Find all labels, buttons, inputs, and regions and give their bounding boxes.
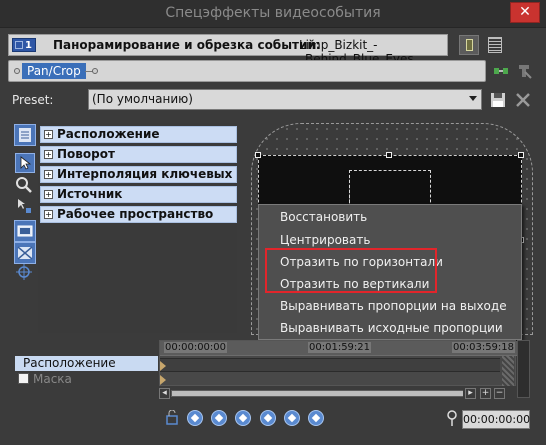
title-bar: Спецэффекты видеособытия ✕ — [0, 0, 546, 28]
effect-chain-item-pan-crop[interactable]: Pan/Crop — [22, 63, 86, 79]
pointer-icon — [20, 156, 32, 170]
last-keyframe-button[interactable] — [284, 410, 300, 426]
expand-icon[interactable]: + — [44, 130, 53, 139]
preset-dropdown[interactable]: (По умолчанию) — [88, 89, 482, 110]
current-time-field[interactable]: 00:00:00:00 — [462, 410, 530, 429]
first-keyframe-button[interactable] — [187, 410, 203, 426]
keyframe-timeline[interactable]: 00:00:00:00 00:01:59:21 00:03:59:18 — [159, 340, 517, 386]
scroll-left-button[interactable]: ◂ — [159, 388, 170, 399]
sync-icon — [466, 39, 473, 51]
window-title: Спецэффекты видеособытия — [165, 5, 381, 21]
sync-cursor-button[interactable] — [459, 35, 479, 55]
next-keyframe-button[interactable] — [260, 410, 276, 426]
property-tree: + Расположение + Поворот + Интерполяция клю… — [38, 123, 237, 333]
timeline-horizontal-scrollbar[interactable]: ◂ ▸ + − — [159, 388, 516, 400]
show-properties-button[interactable] — [14, 124, 36, 146]
timeline-vertical-scrollbar[interactable] — [517, 340, 530, 398]
resize-handle[interactable] — [386, 152, 392, 158]
property-keyframe-interpolation[interactable]: +Интерполяция ключевых ка... — [40, 166, 237, 183]
plugin-chain-icon[interactable] — [493, 63, 509, 79]
normal-edit-tool[interactable] — [15, 153, 35, 173]
expand-icon[interactable]: + — [44, 170, 53, 179]
menu-grip-icon[interactable] — [488, 37, 502, 53]
property-position[interactable]: + Расположение — [40, 126, 237, 143]
stretch-icon — [17, 246, 33, 260]
keyframe-marker[interactable] — [160, 361, 166, 371]
position-keyframe-track[interactable] — [160, 358, 500, 372]
chain-start-icon — [14, 68, 20, 74]
chain-end-icon — [92, 68, 98, 74]
chevron-down-icon — [469, 96, 477, 101]
sync-lock-icon[interactable] — [165, 410, 181, 426]
stretch-button[interactable] — [14, 242, 36, 264]
keyframe-marker[interactable] — [160, 375, 166, 385]
close-button[interactable]: ✕ — [510, 2, 540, 23]
magnifier-icon — [16, 177, 32, 193]
cursor-position-icon — [447, 410, 457, 426]
keyframe-track-list: Расположение Маска — [15, 356, 158, 386]
preset-label: Preset: — [12, 93, 54, 107]
property-workspace[interactable]: + Рабочее пространство — [40, 206, 237, 223]
annotation-highlight-box — [265, 248, 437, 293]
timecode-middle: 00:01:59:21 — [308, 342, 372, 353]
menu-item-match-output-aspect[interactable]: Выравнивать пропорции на выходе — [280, 299, 507, 313]
expand-icon[interactable]: + — [44, 150, 53, 159]
timecode-start: 00:00:00:00 — [164, 342, 228, 353]
aspect-icon — [17, 225, 33, 237]
timeline-end-region — [502, 356, 514, 386]
scroll-right-button[interactable]: ▸ — [465, 388, 476, 399]
move-icon — [16, 264, 32, 280]
scroll-track[interactable] — [171, 390, 463, 397]
menu-item-match-source-aspect[interactable]: Выравнивать исходные пропорции — [280, 321, 503, 335]
resize-handle[interactable] — [518, 152, 524, 158]
plugin-remove-icon[interactable] — [516, 63, 532, 79]
property-source[interactable]: + Источник — [40, 186, 237, 203]
track-label-position[interactable]: Расположение — [15, 356, 158, 371]
preset-value: (По умолчанию) — [92, 92, 193, 106]
source-aspect-button[interactable] — [14, 220, 36, 242]
edit-tool-icon — [18, 199, 31, 213]
edit-tool[interactable] — [14, 196, 36, 218]
zoom-tool[interactable] — [14, 175, 36, 197]
timecode-end: 00:03:59:18 — [452, 342, 516, 353]
panel-title: Панорамирование и обрезка событий: — [53, 38, 321, 52]
menu-item-restore[interactable]: Восстановить — [280, 210, 367, 224]
property-rotation[interactable]: + Поворот — [40, 146, 237, 163]
time-ruler: 00:00:00:00 00:01:59:21 00:03:59:18 — [160, 341, 517, 356]
track-number-badge: 1 — [12, 38, 36, 52]
track-icon — [15, 41, 23, 49]
add-keyframe-button[interactable] — [235, 410, 251, 426]
scroll-thumb[interactable] — [172, 391, 463, 396]
delete-keyframe-button[interactable] — [308, 410, 324, 426]
event-header: 1 Панорамирование и обрезка событий: Lim… — [8, 34, 448, 66]
properties-icon — [19, 128, 31, 142]
move-tool[interactable] — [14, 262, 36, 284]
effect-chain: Pan/Crop — [8, 60, 486, 82]
menu-item-center[interactable]: Центрировать — [280, 233, 370, 247]
expand-icon[interactable]: + — [44, 190, 53, 199]
delete-preset-icon[interactable] — [515, 92, 531, 108]
expand-icon[interactable]: + — [44, 210, 53, 219]
track-label-mask: Маска — [33, 372, 72, 386]
resize-handle[interactable] — [255, 152, 261, 158]
zoom-out-button[interactable]: − — [494, 388, 505, 399]
zoom-in-button[interactable]: + — [480, 388, 491, 399]
save-preset-icon[interactable] — [490, 92, 506, 108]
previous-keyframe-button[interactable] — [211, 410, 227, 426]
